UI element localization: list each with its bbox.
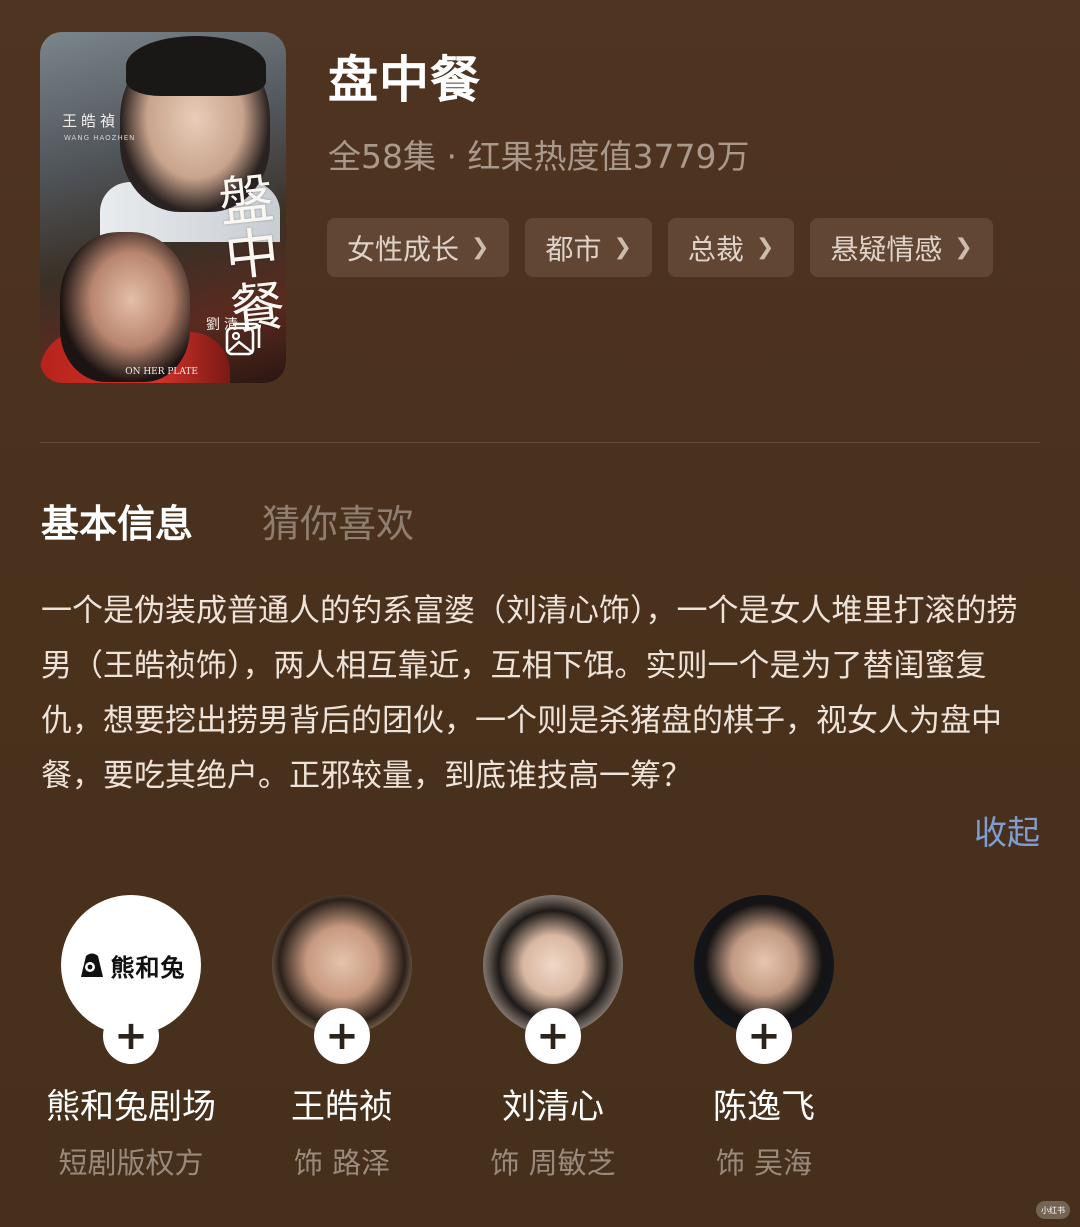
cast-name: 陈逸飞 [713,1087,815,1127]
synopsis-text: 一个是伪装成普通人的钓系富婆（刘清心饰），一个是女人堆里打滚的捞男（王皓祯饰），… [41,593,1018,794]
bear-rabbit-logo-icon [80,953,103,977]
cast-role: 短剧版权方 [58,1146,204,1180]
cast-role: 饰 吴海 [715,1146,813,1180]
poster-actor-top-name: 王皓禎 [62,112,120,130]
tag-ceo[interactable]: 总裁 ❯ [667,218,795,277]
tag-suspense-romance[interactable]: 悬疑情感 ❯ [810,218,993,277]
tab-recommendations[interactable]: 猜你喜欢 [262,493,414,548]
tab-basic-info[interactable]: 基本信息 [41,493,193,548]
tag-women-growth[interactable]: 女性成长 ❯ [327,218,510,277]
follow-plus-icon[interactable]: + [736,1008,792,1064]
collapse-button[interactable]: 收起 [974,806,1040,854]
poster-actor-top-pinyin: WANG HAOZHEN [64,134,136,142]
cast-role: 饰 周敏芝 [490,1146,616,1180]
follow-plus-icon[interactable]: + [525,1008,581,1064]
divider [40,442,1040,443]
cast-name: 王皓祯 [291,1087,393,1127]
poster-title-script: 盤中餐 [206,169,286,337]
poster-english-title: ON HER PLATE [125,367,198,377]
chevron-right-icon: ❯ [613,235,632,260]
tag-label: 都市 [545,232,602,266]
cast-name: 刘清心 [502,1087,604,1127]
follow-plus-icon[interactable]: + [314,1008,370,1064]
genre-tags: 女性成长 ❯ 都市 ❯ 总裁 ❯ 悬疑情感 ❯ [327,218,993,277]
tag-label: 悬疑情感 [830,232,943,266]
studio-logo-text: 熊和兔 [110,953,186,982]
tag-urban[interactable]: 都市 ❯ [525,218,652,277]
follow-plus-icon[interactable]: + [103,1008,159,1064]
tag-label: 女性成长 [347,232,460,266]
album-icon[interactable] [224,321,262,359]
chevron-right-icon: ❯ [471,235,490,260]
poster-image[interactable]: 王皓禎 WANG HAOZHEN 盤中餐 劉清 ON HER PLATE [40,32,286,383]
cast-name: 熊和兔剧场 [46,1087,216,1127]
poster-actor-hair [126,36,266,96]
show-title: 盘中餐 [328,51,481,109]
tag-label: 总裁 [687,232,744,266]
poster-actress-bottom [60,232,190,382]
cast-role: 饰 路泽 [293,1146,391,1180]
chevron-right-icon: ❯ [954,235,973,260]
chevron-right-icon: ❯ [755,235,775,260]
watermark-badge: 小红书 [1036,1201,1070,1219]
show-meta: 全58集 · 红果热度值3779万 [328,137,750,176]
